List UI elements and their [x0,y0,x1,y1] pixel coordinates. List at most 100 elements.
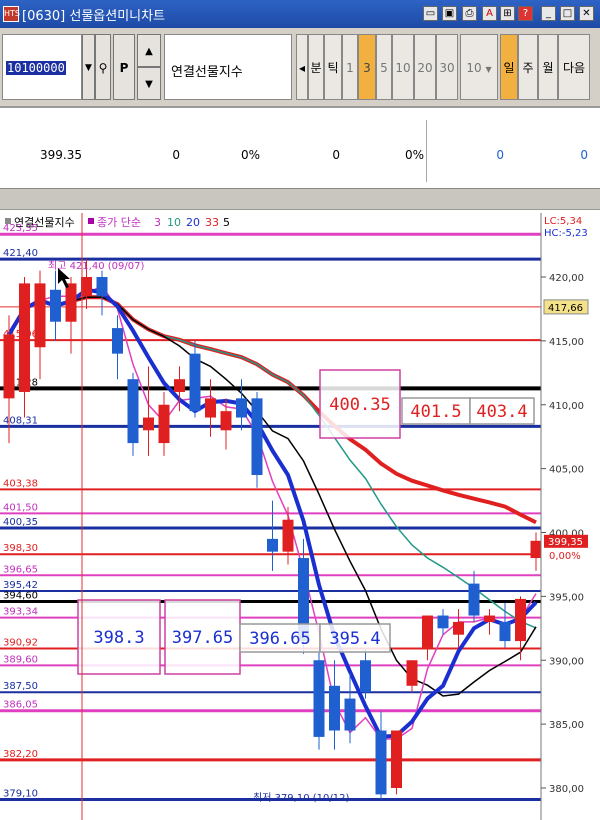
low-annotation: 최저 379,10 (10/12) [253,792,349,804]
layout-icon[interactable]: ▭ [423,6,438,21]
annotation-text: 398.3 [93,628,144,648]
axis-tick-label: 390,00 [549,656,584,667]
grid-icon[interactable]: ⊞ [500,6,515,21]
tab-minute[interactable]: 분 [308,34,324,100]
candle-body [360,660,371,693]
code-input[interactable]: 10100000 [2,34,82,100]
axis-tick-label: 380,00 [549,784,584,795]
candle-body [344,698,356,731]
tab-1[interactable]: 1 [342,34,358,100]
quote-change-1: 0 [172,148,180,162]
legend-ma-label: 종가 단순 [97,216,141,229]
legend-ma33: 33 [205,216,219,229]
tab-3[interactable]: 3 [358,34,376,100]
candle-body [437,615,449,629]
candle-body [205,398,216,418]
level-label: 389,60 [3,654,38,665]
prev-icon[interactable]: ◂ [296,34,308,100]
level-label: 400,35 [3,517,38,528]
level-label: 386,05 [3,700,38,711]
code-dropdown-icon[interactable]: ▼ [82,34,95,100]
pin-icon[interactable]: ⚲ [95,34,111,100]
last-price-tag-label: 399,35 [548,537,583,548]
help-icon[interactable]: ? [518,6,533,21]
candle-body [329,685,340,731]
candle-body [3,334,15,399]
spin-down-icon[interactable]: ▼ [137,67,161,100]
candle-body [34,283,46,348]
level-label: 408,31 [3,415,38,426]
candle-body [406,660,418,686]
tab-monthly[interactable]: 월 [538,34,558,100]
legend-hc: HC:-5,23 [544,228,588,239]
candle-body [174,379,185,392]
interval-select[interactable]: 10 ▼ [460,34,498,100]
spin-up-icon[interactable]: ▲ [137,34,161,67]
current-price-tag-label: 417,66 [548,303,583,314]
candle-body [236,398,247,418]
candle-body [391,730,402,788]
print-icon[interactable]: ⎙ [462,6,477,21]
annotation-text: 395.4 [329,629,380,649]
interval-value: 10 [466,61,482,75]
annotation-text: 396.65 [249,629,310,649]
window-icon[interactable]: ▣ [442,6,457,21]
level-label: 395,42 [3,580,38,591]
tab-10[interactable]: 10 [392,34,414,100]
axis-tick-label: 415,00 [549,337,584,348]
instrument-name-field[interactable]: 연결선물지수 [164,34,292,100]
axis-tick-label: 420,00 [549,273,584,284]
candle-body [422,615,433,648]
axis-tick-label: 395,00 [549,592,584,603]
candle-body [81,277,92,297]
close-icon[interactable]: ✕ [579,6,594,21]
minimize-icon[interactable]: _ [541,6,556,21]
instrument-name: 연결선물지수 [171,65,243,80]
level-label: 393,34 [3,607,38,618]
candle-body [19,283,30,392]
candle-body [220,411,232,431]
level-label: 421,40 [3,248,38,259]
level-label: 396,65 [3,564,38,575]
app-icon: HTS [3,6,20,22]
tab-daily[interactable]: 일 [500,34,518,100]
level-label: 390,92 [3,637,38,648]
candle-body [282,519,294,552]
maximize-icon[interactable]: □ [560,6,575,21]
pointer-icon[interactable]: P [113,34,135,100]
tab-30[interactable]: 30 [436,34,458,100]
tab-20[interactable]: 20 [414,34,436,100]
candle-body [468,583,480,616]
window-title: [0630] 선물옵션미니차트 [22,9,166,24]
candle-body [127,379,139,444]
last-change-tag: 0,00% [549,551,581,562]
quote-percent-2: 0% [404,148,424,162]
annotation-text: 397.65 [172,628,233,648]
candle-body [499,621,511,642]
price-chart[interactable]: 423,35421,40415,06411,28408,31403,38401,… [0,210,600,820]
font-icon[interactable]: A [482,6,497,21]
quote-price: 399.35 [40,148,82,162]
level-label: 382,20 [3,749,38,760]
candle-body [96,277,108,297]
legend-ma3: 3 [154,216,161,229]
axis-tick-label: 410,00 [549,401,584,412]
tab-5[interactable]: 5 [376,34,392,100]
candle-body [50,289,61,322]
tab-weekly[interactable]: 주 [518,34,538,100]
toolbar: 10100000 ▼ ⚲ P ▲ ▼ 연결선물지수 ◂ 분 틱 1 3 5 10… [0,28,600,108]
level-label: 387,50 [3,681,38,692]
candle-body [112,328,123,354]
code-value: 10100000 [6,61,66,75]
axis-tick-label: 385,00 [549,720,584,731]
level-label: 403,38 [3,478,38,489]
legend-ma-marker [88,218,94,224]
legend-ma10: 10 [167,216,181,229]
next-button[interactable]: 다음 [558,34,590,100]
quote-row: 399.35 0 0% 0 0% 0 0 [0,108,600,189]
legend-ma20: 20 [186,216,200,229]
tab-tick[interactable]: 틱 [324,34,342,100]
candle-body [530,540,542,559]
level-label: 394,60 [3,590,38,601]
level-label: 398,30 [3,543,38,554]
